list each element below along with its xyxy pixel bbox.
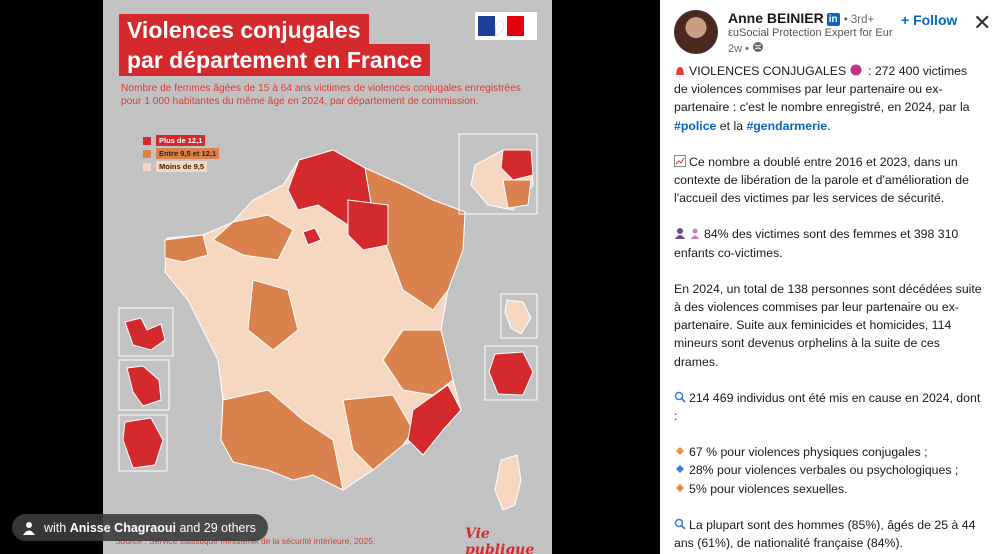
tagged-people-button[interactable]: with Anisse Chagraoui and 29 others	[12, 514, 268, 541]
child-icon	[689, 226, 701, 240]
mayotte-inset	[504, 299, 532, 335]
chart-up-icon	[674, 154, 686, 167]
magnifier-icon	[674, 390, 686, 403]
post-bullet-2: 28% pour violences verbales ou psycholog…	[674, 461, 984, 479]
post-p6-text: La plupart sont des hommes (85%), âgés d…	[674, 517, 976, 551]
person-icon	[22, 521, 36, 535]
post-bullet-1: 67 % pour violences physiques conjugales…	[674, 443, 984, 461]
blue-diamond-icon	[674, 462, 686, 474]
post-time: 2w •	[728, 43, 749, 55]
tagged-rest: and 29 others	[175, 520, 256, 535]
post-paragraph-4: En 2024, un total de 138 personnes sont …	[674, 281, 982, 369]
idf-inset-mid	[502, 179, 532, 209]
orange-diamond-icon	[674, 481, 686, 493]
close-icon[interactable]: ✕	[973, 10, 991, 36]
post-paragraph-2: Ce nombre a doublé entre 2016 et 2023, d…	[674, 153, 984, 208]
linkedin-premium-icon: in	[826, 13, 840, 26]
author-name[interactable]: Anne BEINIER	[728, 10, 824, 26]
post-bullet-1-text: 67 % pour violences physiques conjugales…	[689, 445, 928, 460]
guyane-inset	[122, 417, 164, 469]
author-line: Anne BEINIER in • 3rd+	[728, 10, 874, 26]
author-headline: εuSocial Protection Expert for Eur...	[728, 27, 893, 39]
post-panel: Anne BEINIER in • 3rd+ εuSocial Protection…	[660, 0, 994, 554]
post-p5-text: 214 469 individus ont été mis en cause e…	[674, 390, 981, 424]
tagged-prefix: with	[44, 520, 70, 535]
follow-button[interactable]: + Follow	[901, 12, 957, 28]
connection-degree: • 3rd+	[843, 14, 875, 26]
magnifier-icon	[674, 517, 686, 530]
hashtag-police[interactable]: #police	[674, 119, 716, 133]
avatar[interactable]	[674, 10, 718, 54]
orange-diamond-icon	[674, 444, 686, 456]
reunion-inset	[488, 351, 534, 396]
woman-icon	[674, 226, 686, 240]
post-p3-text: 84% des victimes sont des femmes et 398 …	[674, 227, 959, 260]
image-viewer: Violences conjugales par département en …	[0, 0, 660, 554]
post-text: VIOLENCES CONJUGALES : 272 400 victimes …	[674, 62, 984, 552]
post-heading: VIOLENCES CONJUGALES	[689, 64, 847, 78]
globe-icon	[752, 41, 764, 53]
purple-circle-icon	[850, 63, 862, 76]
vie-publique-logo: Vie publique	[465, 526, 535, 554]
post-p2-text: Ce nombre a doublé entre 2016 et 2023, d…	[674, 154, 969, 206]
post-paragraph-3: 84% des victimes sont des femmes et 398 …	[674, 225, 984, 261]
france-map	[118, 133, 538, 511]
post-bullet-3-text: 5% pour violences sexuelles.	[689, 481, 848, 496]
post-paragraph-5: 214 469 individus ont été mis en cause e…	[674, 389, 984, 425]
siren-icon	[674, 63, 686, 75]
post-p1-mid: et la	[716, 118, 747, 133]
martinique-inset	[126, 365, 162, 407]
corsica	[494, 454, 522, 511]
post-bullet-3: 5% pour violences sexuelles.	[674, 480, 984, 498]
infographic-image: Violences conjugales par département en …	[103, 0, 552, 554]
post-p1-end: .	[827, 118, 831, 133]
guadeloupe-inset	[124, 317, 166, 351]
post-bullet-2-text: 28% pour violences verbales ou psycholog…	[689, 463, 959, 478]
hashtag-gendarmerie[interactable]: #gendarmerie	[746, 119, 827, 133]
post-meta: 2w •	[728, 41, 767, 55]
post-paragraph-1: VIOLENCES CONJUGALES : 272 400 victimes …	[674, 62, 984, 135]
tagged-name: Anisse Chagraoui	[69, 520, 176, 535]
post-paragraph-6: La plupart sont des hommes (85%), âgés d…	[674, 516, 984, 552]
